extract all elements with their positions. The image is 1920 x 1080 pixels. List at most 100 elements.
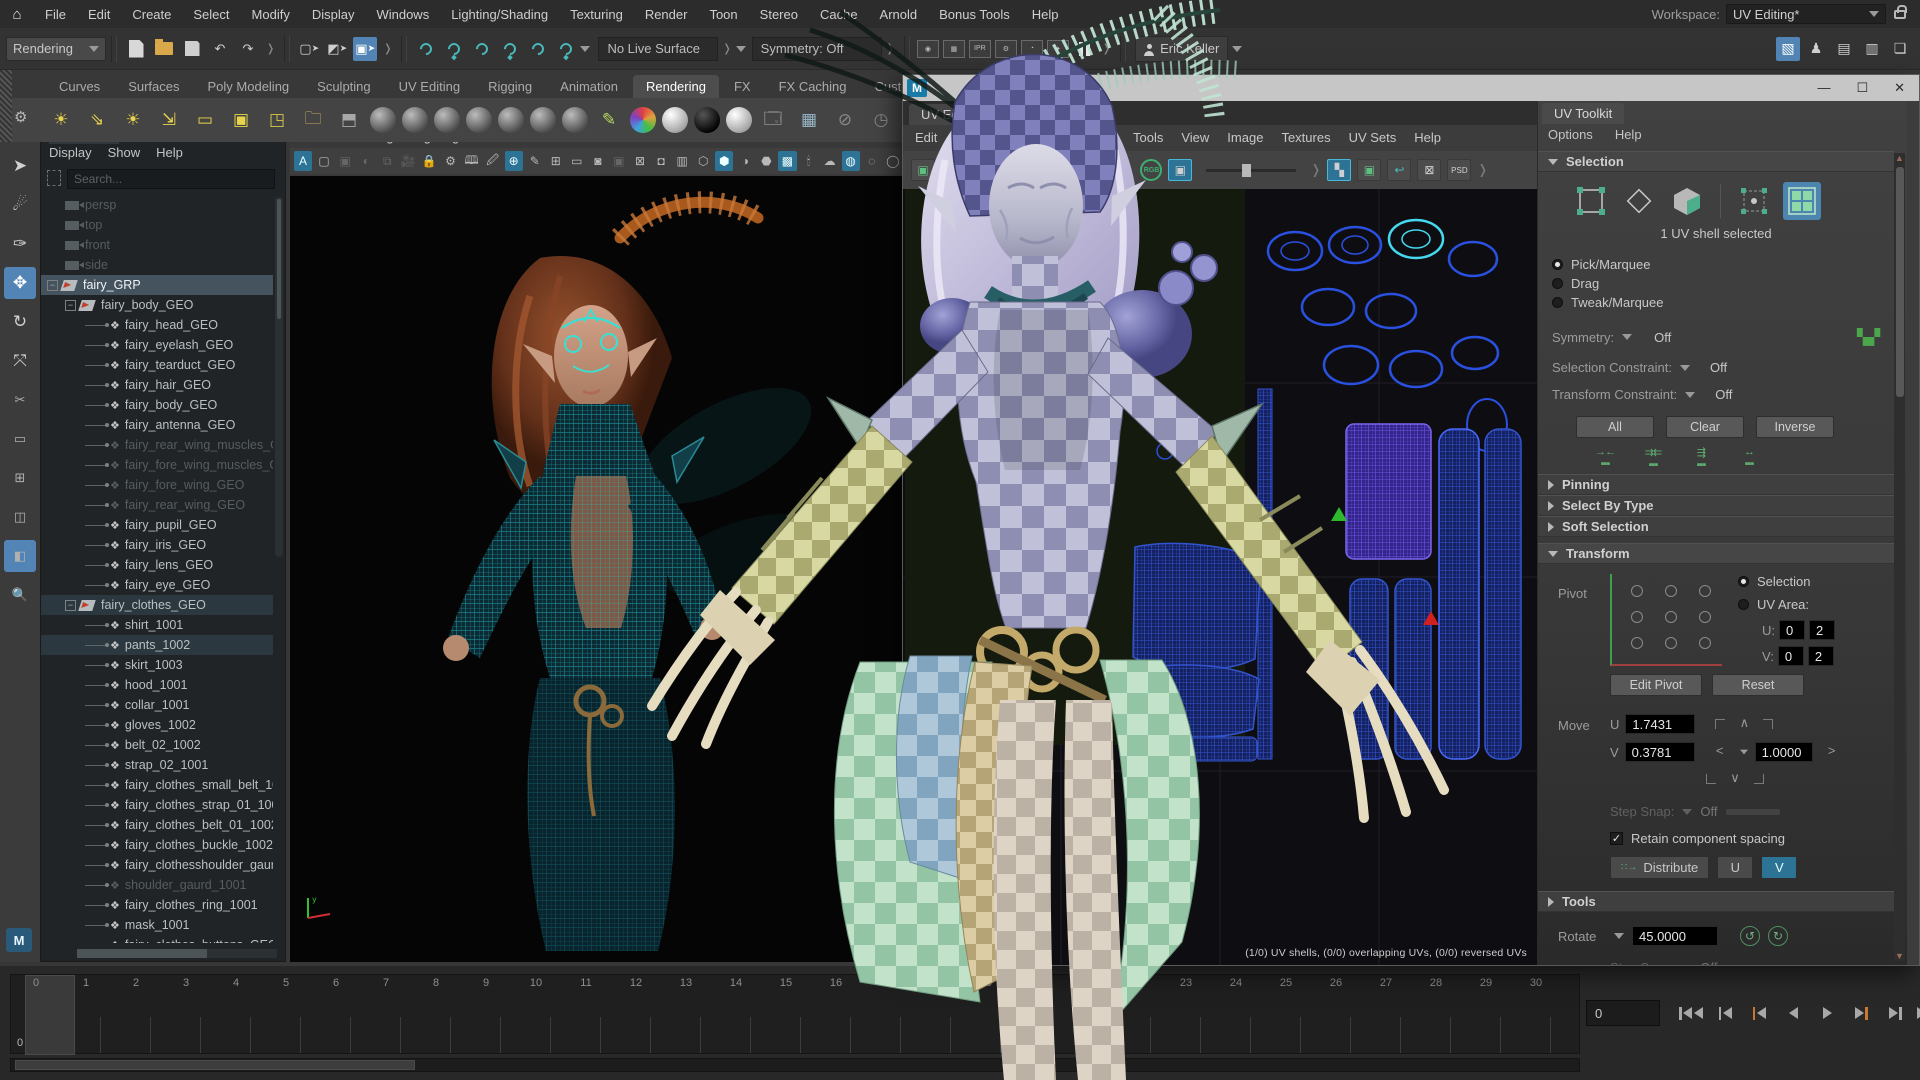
outliner-item[interactable]: − ❖ fairy_head_GEO — [41, 315, 273, 335]
uv-toolkit-menu-item[interactable]: Help — [1615, 127, 1642, 142]
grow-loop-icon[interactable]: ⇶▪▪▪ — [1686, 446, 1716, 462]
shaded-icon[interactable]: ⬢ — [715, 151, 733, 171]
time-node-icon[interactable]: ◷ — [866, 105, 896, 135]
pivot-uvarea-radio[interactable]: UV Area: — [1738, 597, 1835, 612]
wireframe-on-shaded-icon[interactable]: ◑ — [736, 151, 754, 171]
outliner-menu-item[interactable]: Show — [108, 145, 141, 160]
layout-four-pane[interactable]: ⊞ — [4, 462, 36, 494]
gate-mask-icon[interactable]: ▣ — [610, 151, 628, 171]
uv-editor-menu-item[interactable]: Textures — [1281, 130, 1330, 145]
menu-item[interactable]: Windows — [365, 7, 440, 22]
rotate-tool[interactable]: ↻ — [4, 306, 36, 338]
uv-select-mode-icon[interactable] — [1572, 182, 1610, 220]
outliner-item[interactable]: − ❖ fairy_pupil_GEO — [41, 515, 273, 535]
outliner-menu-item[interactable]: Display — [49, 145, 92, 160]
uv-toolkit-scrollbar[interactable]: ▲ ▼ — [1894, 153, 1905, 961]
render-settings-icon[interactable]: ⚙ — [995, 40, 1017, 58]
move-v-field[interactable]: 0.3781 — [1625, 742, 1695, 762]
step-back-key-button[interactable] — [1746, 1002, 1772, 1024]
smooth-shade-icon[interactable]: ⬣ — [757, 151, 775, 171]
outliner-vertical-scrollbar[interactable] — [275, 197, 283, 557]
edge-select-mode-icon[interactable] — [1620, 182, 1658, 220]
exposure-icon[interactable]: ◯ — [884, 151, 902, 171]
shelf-tab[interactable]: Curves — [46, 75, 113, 98]
render-window-icon[interactable]: 🗔 — [758, 105, 788, 135]
shade-uvs-icon[interactable]: ↩ — [1387, 159, 1411, 181]
noise-texture-icon[interactable]: ⊘ — [830, 105, 860, 135]
collapsed-section-header[interactable]: Soft Selection — [1538, 516, 1894, 537]
channel-box-toggle[interactable]: ❏ — [1888, 37, 1912, 61]
shelf-tab[interactable]: Animation — [547, 75, 631, 98]
layout-outliner-persp[interactable]: ◧ — [4, 540, 36, 572]
section-selection[interactable]: Selection — [1538, 151, 1894, 172]
outliner-item[interactable]: − ❖ fairy_body_GEO — [41, 395, 273, 415]
pivot-position-grid[interactable] — [1610, 574, 1722, 666]
ipr-render-icon[interactable]: IPR — [969, 40, 991, 58]
redo-button[interactable]: ↷ — [236, 37, 260, 61]
outliner-item[interactable]: − ❖ fairy_clothes_small_belt_1002 — [41, 775, 273, 795]
film-gate-icon[interactable]: ▭ — [568, 151, 586, 171]
move-left-button[interactable]: < — [1707, 743, 1733, 761]
step-snap-extra-button[interactable] — [1725, 808, 1781, 816]
menu-item[interactable]: Select — [182, 7, 240, 22]
distribute-u-button[interactable]: U — [1717, 856, 1753, 879]
render-view-icon[interactable]: ◉ — [917, 40, 939, 58]
outliner-menu-item[interactable]: Help — [156, 145, 183, 160]
home-icon[interactable]: ⌂ — [0, 6, 34, 23]
expand-toggle[interactable]: − — [47, 280, 58, 291]
grid-icon[interactable]: ⊞ — [547, 151, 565, 171]
move-up-button[interactable]: ∧ — [1731, 715, 1757, 733]
time-slider[interactable]: 0123456789101112131415161718192021222324… — [10, 974, 1580, 1054]
zoom-tool[interactable]: 🔍 — [4, 579, 36, 611]
undo-button[interactable]: ↶ — [208, 37, 232, 61]
current-frame-field[interactable]: 0 — [1586, 1000, 1660, 1026]
uv-area-u-max-field[interactable]: 2 — [1809, 620, 1835, 640]
scale-tool[interactable]: ⤧ — [4, 345, 36, 377]
image-plane-icon[interactable]: 🖉 — [484, 151, 502, 171]
pencil-curve-icon[interactable]: ✎ — [594, 105, 624, 135]
viewport-canvas[interactable]: y — [290, 176, 902, 962]
black-hole-shader-icon[interactable] — [694, 107, 720, 133]
tool-settings-toggle[interactable]: ▥ — [1860, 37, 1884, 61]
toon-material-icon[interactable] — [562, 107, 588, 133]
grow-selection-icon[interactable]: ⇉⇇▪▪▪ — [1638, 446, 1668, 462]
menu-item[interactable]: Render — [634, 7, 699, 22]
anti-alias-icon[interactable]: ◌ — [863, 151, 881, 171]
uv-editor-menu-item[interactable]: UV Sets — [1349, 130, 1397, 145]
multiview-icon[interactable]: ⧉ — [378, 151, 396, 171]
menu-item[interactable]: Stereo — [749, 7, 809, 22]
chevron-down-icon[interactable] — [1232, 46, 1242, 52]
shelf-grip[interactable] — [0, 70, 12, 142]
scrollbar-thumb[interactable] — [1896, 167, 1904, 397]
ambient-occlusion-icon[interactable]: ◍ — [842, 151, 860, 171]
outliner-item[interactable]: − ❖ fairy_iris_GEO — [41, 535, 273, 555]
uv-editor-menu-item[interactable]: View — [1181, 130, 1209, 145]
snap-to-view-icon[interactable]: A — [294, 151, 312, 171]
minimize-button[interactable]: — — [1817, 80, 1830, 96]
shelf-tab[interactable]: Rigging — [475, 75, 545, 98]
rgb-channels-icon[interactable]: RGB — [1140, 159, 1162, 181]
save-scene-button[interactable] — [180, 37, 204, 61]
scroll-up-icon[interactable]: ▲ — [1894, 153, 1905, 163]
render-current-frame-icon[interactable]: ▦ — [943, 40, 965, 58]
shelf-tab[interactable]: UV Editing — [386, 75, 473, 98]
outliner-item[interactable]: − ❖ fairy_clothesshoulder_gaurd_ — [41, 855, 273, 875]
texture-image-icon[interactable]: ▣ — [911, 159, 935, 181]
shelf-tab[interactable]: FX Caching — [766, 75, 860, 98]
outliner-item[interactable]: − ❖ shirt_1001 — [41, 615, 273, 635]
psd-export-icon[interactable]: PSD — [1447, 159, 1471, 181]
lasso-select-tool[interactable]: ☄ — [4, 189, 36, 221]
rotate-ccw-button[interactable]: ↺ — [1740, 926, 1760, 946]
shelf-tab[interactable]: Sculpting — [304, 75, 383, 98]
field-chart-icon[interactable]: ⊠ — [631, 151, 649, 171]
chevron-down-icon[interactable] — [1682, 965, 1692, 966]
outliner-item[interactable]: − ❖ fairy_GRP — [41, 275, 273, 295]
close-button[interactable]: ✕ — [1894, 80, 1905, 96]
texture-editor-icon[interactable]: ▦ — [794, 105, 824, 135]
marquee-mode-radio[interactable]: Tweak/Marquee — [1538, 293, 1894, 312]
go-to-start-button[interactable] — [1678, 1002, 1704, 1024]
outliner-filter-icon[interactable] — [47, 170, 61, 186]
outliner-item[interactable]: − ❖ fairy_clothes_buckle_1002 — [41, 835, 273, 855]
chevron-down-icon[interactable] — [1682, 809, 1692, 815]
selection-constraint-value[interactable]: Off — [1710, 360, 1727, 375]
